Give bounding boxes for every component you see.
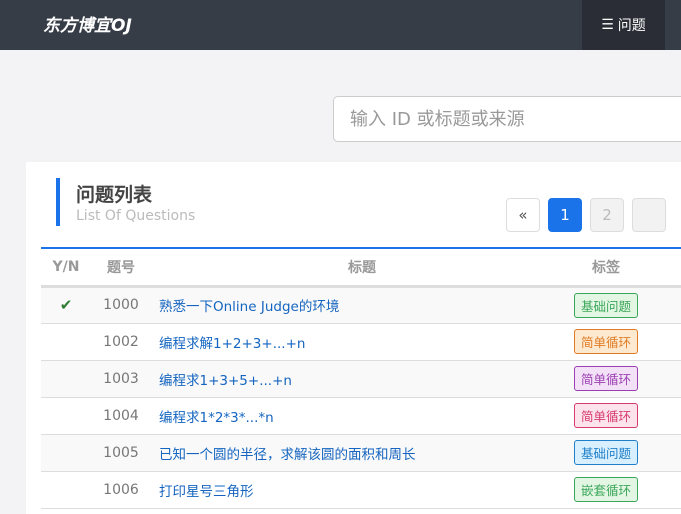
problem-id: 1006 [91, 471, 151, 509]
tag-badge[interactable]: 基础问题 [573, 292, 638, 318]
page-title: 问题列表 [76, 184, 153, 206]
page-subtitle: List Of Questions [76, 208, 196, 224]
table-row: 1003 编程求1+3+5+...+n 简单循环 [41, 360, 681, 398]
problem-title-link[interactable]: 编程求解1+2+3+...+n [159, 336, 305, 352]
pagination-next[interactable] [632, 198, 666, 232]
navbar: 东方博宜OJ ☰ 问题 [0, 0, 681, 50]
brand-logo[interactable]: 东方博宜OJ [43, 11, 132, 36]
nav-item-label: 问题 [617, 18, 646, 34]
problem-id: 1000 [91, 286, 151, 324]
table-row: 1002 编程求解1+2+3+...+n 简单循环 [41, 323, 681, 361]
problem-title-link[interactable]: 编程求1+3+5+...+n [159, 373, 292, 389]
check-icon: ✔ [59, 296, 73, 314]
problem-table: Y/N 题号 标题 标签 ✔ 1000 熟悉一下Online Judge的环境 … [41, 247, 681, 509]
table-row: 1004 编程求1*2*3*...*n 简单循环 [41, 397, 681, 435]
tag-badge[interactable]: 简单循环 [573, 403, 638, 428]
problem-list-card: 问题列表 List Of Questions « 1 2 Y/N 题号 标题 标… [26, 162, 681, 514]
pagination-page-2[interactable]: 2 [590, 198, 624, 232]
table-row: 1006 打印星号三角形 嵌套循环 [41, 471, 681, 509]
accent-bar [56, 178, 60, 226]
problem-id: 1004 [91, 397, 151, 435]
problem-title-link[interactable]: 已知一个圆的半径，求解该圆的面积和周长 [159, 447, 416, 463]
problem-id: 1005 [91, 434, 151, 472]
search-input[interactable] [333, 96, 681, 142]
problem-id: 1003 [91, 360, 151, 398]
table-row: 1005 已知一个圆的半径，求解该圆的面积和周长 基础问题 [41, 434, 681, 472]
problem-id: 1002 [91, 323, 151, 361]
header-id: 题号 [91, 248, 151, 288]
tag-badge[interactable]: 简单循环 [573, 329, 638, 354]
tag-badge[interactable]: 简单循环 [573, 366, 638, 391]
tag-badge[interactable]: 基础问题 [573, 440, 638, 465]
table-row: ✔ 1000 熟悉一下Online Judge的环境 基础问题 [41, 286, 681, 324]
problem-title-link[interactable]: 熟悉一下Online Judge的环境 [159, 299, 339, 315]
tag-badge[interactable]: 嵌套循环 [573, 477, 638, 502]
header-yn: Y/N [41, 248, 91, 288]
problem-title-link[interactable]: 编程求1*2*3*...*n [159, 410, 274, 426]
header-title: 标题 [151, 248, 565, 288]
list-icon: ☰ [601, 17, 614, 33]
header-tag: 标签 [565, 248, 647, 288]
pagination-prev[interactable]: « [506, 198, 540, 232]
pagination-page-1[interactable]: 1 [548, 198, 582, 232]
nav-item-problems[interactable]: ☰ 问题 [582, 0, 665, 50]
problem-title-link[interactable]: 打印星号三角形 [159, 484, 254, 500]
